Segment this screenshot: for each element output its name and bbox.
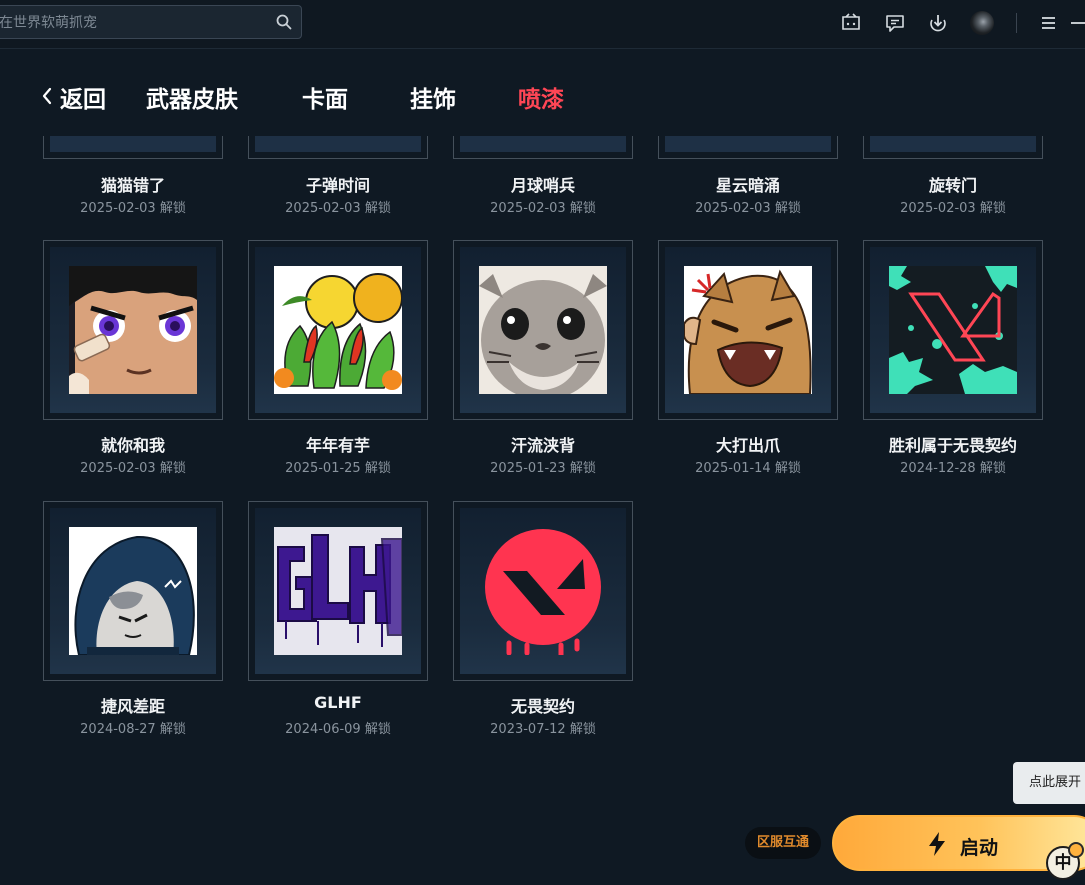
tab-weapon-skins[interactable]: 武器皮肤 [146, 80, 238, 116]
spray-name: 猫猫错了 [100, 176, 165, 195]
search-box[interactable] [0, 5, 302, 40]
spray-unlock-date: 2025-02-03 解锁 [900, 201, 1006, 216]
toolbar-divider [1016, 13, 1017, 33]
game-controller-icon[interactable] [840, 12, 862, 34]
ime-label: 中 [1054, 853, 1072, 873]
spray-unlock-date: 2025-02-03 解锁 [80, 461, 186, 476]
ime-status-dot [1068, 842, 1084, 858]
spray-name: 月球哨兵 [510, 176, 575, 195]
spray-unlock-date: 2025-02-03 解锁 [80, 201, 186, 216]
message-icon[interactable] [884, 12, 906, 34]
download-icon[interactable] [927, 12, 949, 34]
back-button[interactable]: 返回 [60, 80, 106, 116]
top-bar [0, 0, 1085, 49]
spray-name: 大打出爪 [715, 436, 780, 455]
jett-hood-icon [69, 527, 197, 655]
back-chevron-icon[interactable] [40, 85, 54, 107]
ime-indicator[interactable]: 中 [1046, 842, 1084, 880]
spray-unlock-date: 2025-02-03 解锁 [695, 201, 801, 216]
spray-name: 星云暗涌 [715, 176, 780, 195]
valorant-v-logo-icon [889, 266, 1017, 394]
search-input[interactable] [0, 6, 261, 40]
angry-tiger-icon [684, 266, 812, 394]
taro-vegetables-icon [274, 266, 402, 394]
anime-boy-bandage-icon [69, 266, 197, 394]
search-icon[interactable] [275, 13, 293, 31]
user-avatar[interactable] [970, 11, 994, 35]
spray-name: 无畏契约 [510, 697, 575, 716]
spray-grid: 猫猫错了 2025-02-03 解锁 子弹时间 2025-02-03 解锁 月球… [0, 136, 1085, 885]
spray-unlock-date: 2024-08-27 解锁 [80, 722, 186, 737]
menu-icon[interactable] [1038, 12, 1060, 34]
tab-cards[interactable]: 卡面 [302, 80, 348, 116]
spray-unlock-date: 2025-02-03 解锁 [285, 201, 391, 216]
expand-tooltip[interactable]: 点此展开 [1013, 762, 1085, 804]
glhf-graffiti-icon [274, 527, 402, 655]
spray-name: 胜利属于无畏契约 [888, 436, 1017, 455]
minimize-icon[interactable] [1068, 12, 1085, 34]
spray-name: 旋转门 [928, 176, 977, 195]
spray-unlock-date: 2023-07-12 解锁 [490, 722, 596, 737]
tab-sprays[interactable]: 喷漆 [518, 80, 564, 116]
spray-unlock-date: 2024-06-09 解锁 [285, 722, 391, 737]
tab-charms[interactable]: 挂饰 [410, 80, 456, 116]
spray-name: 捷风差距 [100, 697, 165, 716]
spray-unlock-date: 2025-02-03 解锁 [490, 201, 596, 216]
spray-unlock-date: 2024-12-28 解锁 [900, 461, 1006, 476]
spray-name: 汗流浃背 [510, 436, 575, 455]
spray-unlock-date: 2025-01-25 解锁 [285, 461, 391, 476]
spray-name: 就你和我 [100, 436, 165, 455]
lightning-icon [929, 832, 945, 856]
spray-unlock-date: 2025-01-14 解锁 [695, 461, 801, 476]
spray-name: 子弹时间 [305, 176, 370, 195]
valorant-red-circle-icon [485, 529, 601, 655]
spray-name: 年年有芋 [305, 436, 370, 455]
sweating-seal-icon [479, 266, 607, 394]
launch-label: 启动 [960, 837, 999, 859]
spray-unlock-date: 2025-01-23 解锁 [490, 461, 596, 476]
region-interop-badge[interactable]: 区服互通 [745, 827, 821, 859]
spray-name: GLHF [314, 693, 362, 712]
